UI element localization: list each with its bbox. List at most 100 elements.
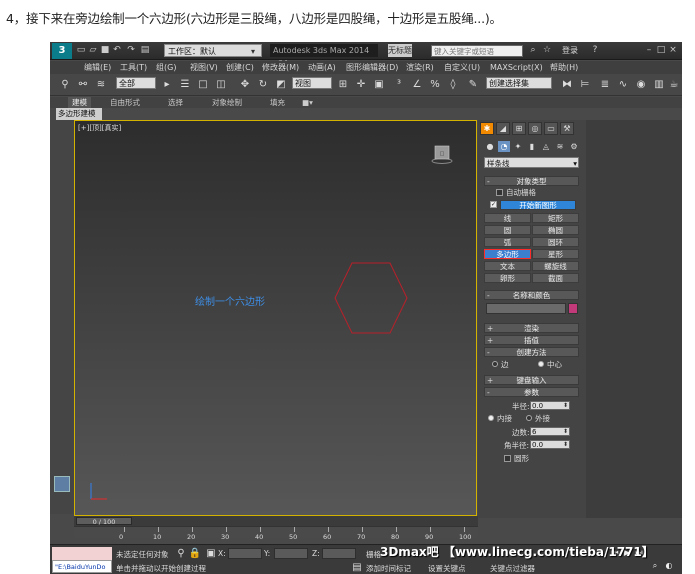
maxscript-mini-listener[interactable]: "E:\BaiduYunDo — [52, 560, 112, 573]
polygon-modeling-tab[interactable]: 多边形建模 — [56, 108, 102, 120]
corner-radius-spinner[interactable]: 0.0 ⬍ — [530, 440, 570, 449]
radius-spinner[interactable]: 0.0 ⬍ — [530, 401, 570, 410]
link-icon[interactable]: ⚲ — [58, 77, 72, 92]
edit-named-sets-icon[interactable]: ✎ — [466, 77, 480, 92]
absolute-mode-icon[interactable]: ▣ — [204, 546, 218, 561]
login-link[interactable]: 登录 — [562, 45, 578, 56]
percent-snap-icon[interactable]: % — [428, 77, 442, 92]
hexagon-shape[interactable] — [333, 259, 409, 337]
rotate-icon[interactable]: ↻ — [256, 77, 270, 92]
redo-icon[interactable]: ↷ — [126, 45, 136, 56]
rendering-rollout[interactable]: + 渲染 — [484, 323, 579, 333]
app-logo[interactable]: 3 — [52, 43, 72, 59]
star-button[interactable]: 星形 — [532, 249, 579, 259]
ngon-button[interactable]: 多边形 — [484, 249, 531, 259]
hierarchy-tab-icon[interactable]: ⊞ — [512, 122, 526, 135]
center-radio[interactable] — [538, 361, 544, 367]
circumscribed-radio[interactable] — [526, 415, 532, 421]
viewport-label[interactable]: [+][顶][真实] — [78, 123, 121, 133]
menu-create[interactable]: 创建(C) — [226, 61, 254, 74]
reference-coord-dropdown[interactable]: 视图 — [292, 77, 332, 89]
mirror-icon[interactable]: ⧓ — [560, 77, 574, 92]
object-color-swatch[interactable] — [568, 303, 578, 314]
menu-rendering[interactable]: 渲染(R) — [406, 61, 434, 74]
project-folder-icon[interactable]: ▤ — [140, 45, 150, 56]
tab-selection[interactable]: 选择 — [168, 97, 183, 108]
select-by-name-icon[interactable]: ☰ — [178, 77, 192, 92]
selection-filter-dropdown[interactable]: 全部 — [116, 77, 156, 89]
star-icon[interactable]: ☆ — [542, 45, 552, 56]
menu-modifiers[interactable]: 修改器(M) — [262, 61, 299, 74]
curve-editor-icon[interactable]: ∿ — [616, 77, 630, 92]
scale-icon[interactable]: ◩ — [274, 77, 288, 92]
set-key-label[interactable]: 设置关键点 — [428, 563, 466, 574]
start-new-shape-button[interactable]: 开始新图形 — [500, 200, 576, 210]
shapes-icon[interactable]: ◔ — [498, 141, 510, 152]
new-file-icon[interactable]: ▭ — [76, 45, 86, 56]
circle-button[interactable]: 圆 — [484, 225, 531, 235]
select-manipulate-icon[interactable]: ✛ — [354, 77, 368, 92]
rectangle-button[interactable]: 矩形 — [532, 213, 579, 223]
align-icon[interactable]: ⊨ — [578, 77, 592, 92]
parameters-rollout[interactable]: - 参数 — [484, 387, 579, 397]
helpers-icon[interactable]: ◬ — [540, 141, 552, 152]
systems-icon[interactable]: ⚙ — [568, 141, 580, 152]
menu-group[interactable]: 组(G) — [156, 61, 176, 74]
helix-button[interactable]: 螺旋线 — [532, 261, 579, 271]
pivot-center-icon[interactable]: ⊞ — [336, 77, 350, 92]
render-icon[interactable]: ☕ — [667, 77, 681, 92]
tab-object-paint[interactable]: 对象绘制 — [212, 97, 242, 108]
menu-help[interactable]: 帮助(H) — [550, 61, 578, 74]
display-tab-icon[interactable]: ▭ — [544, 122, 558, 135]
menu-edit[interactable]: 编辑(E) — [84, 61, 111, 74]
ellipse-button[interactable]: 椭圆 — [532, 225, 579, 235]
z-coord-field[interactable] — [322, 548, 356, 559]
tab-modeling[interactable]: 建模 — [68, 97, 91, 108]
workspace-dropdown[interactable]: 工作区：默认 ▾ — [164, 44, 262, 57]
creation-method-rollout[interactable]: - 创建方法 — [484, 347, 579, 357]
angle-snap-icon[interactable]: ∠ — [410, 77, 424, 92]
time-slider[interactable]: 0 / 100 — [76, 517, 132, 526]
minimize-icon[interactable]: – — [644, 45, 654, 56]
text-button[interactable]: 文本 — [484, 261, 531, 271]
menu-tools[interactable]: 工具(T) — [120, 61, 147, 74]
object-name-input[interactable] — [486, 303, 566, 314]
auto-grid-checkbox[interactable] — [496, 189, 503, 196]
ribbon-options-icon[interactable]: ■▾ — [302, 97, 313, 108]
modify-tab-icon[interactable]: ◢ — [496, 122, 510, 135]
track-bar[interactable]: 0 10 20 30 40 50 60 70 80 90 100 — [74, 526, 478, 541]
named-selection-dropdown[interactable]: 创建选择集 — [486, 77, 552, 89]
orbit-icon[interactable]: ◐ — [664, 561, 674, 571]
donut-button[interactable]: 圆环 — [532, 237, 579, 247]
utilities-tab-icon[interactable]: ⚒ — [560, 122, 574, 135]
lights-icon[interactable]: ✦ — [512, 141, 524, 152]
menu-view[interactable]: 视图(V) — [190, 61, 218, 74]
maximize-icon[interactable]: □ — [656, 45, 666, 56]
edge-radio[interactable] — [492, 361, 498, 367]
menu-animation[interactable]: 动画(A) — [308, 61, 336, 74]
binoculars-icon[interactable]: ⌕ — [528, 45, 538, 56]
snap-toggle-icon[interactable]: ³ — [392, 77, 406, 92]
open-file-icon[interactable]: ▱ — [88, 45, 98, 56]
y-coord-field[interactable] — [274, 548, 308, 559]
mini-curve-editor-icon[interactable] — [54, 476, 70, 492]
menu-maxscript[interactable]: MAXScript(X) — [490, 61, 543, 74]
move-icon[interactable]: ✥ — [238, 77, 252, 92]
bind-spacewarp-icon[interactable]: ≋ — [94, 77, 108, 92]
select-object-icon[interactable]: ▸ — [160, 77, 174, 92]
window-crossing-icon[interactable]: ◫ — [214, 77, 228, 92]
maxscript-listener[interactable] — [52, 547, 112, 560]
cameras-icon[interactable]: ▮ — [526, 141, 538, 152]
motion-tab-icon[interactable]: ◎ — [528, 122, 542, 135]
spacewarps-icon[interactable]: ≋ — [554, 141, 566, 152]
create-tab-icon[interactable]: ✱ — [480, 122, 494, 135]
close-icon[interactable]: × — [668, 45, 678, 56]
arc-button[interactable]: 弧 — [484, 237, 531, 247]
time-slider-bar[interactable]: 0 / 100 — [74, 516, 478, 526]
keyboard-entry-rollout[interactable]: + 键盘输入 — [484, 375, 579, 385]
undo-icon[interactable]: ↶ — [112, 45, 122, 56]
top-viewport[interactable]: [+][顶][真实] □ 绘制一个六边形 — [74, 120, 477, 516]
save-file-icon[interactable]: ■ — [100, 45, 110, 56]
x-coord-field[interactable] — [228, 548, 262, 559]
key-filters-button[interactable]: 关键点过滤器 — [490, 563, 535, 574]
